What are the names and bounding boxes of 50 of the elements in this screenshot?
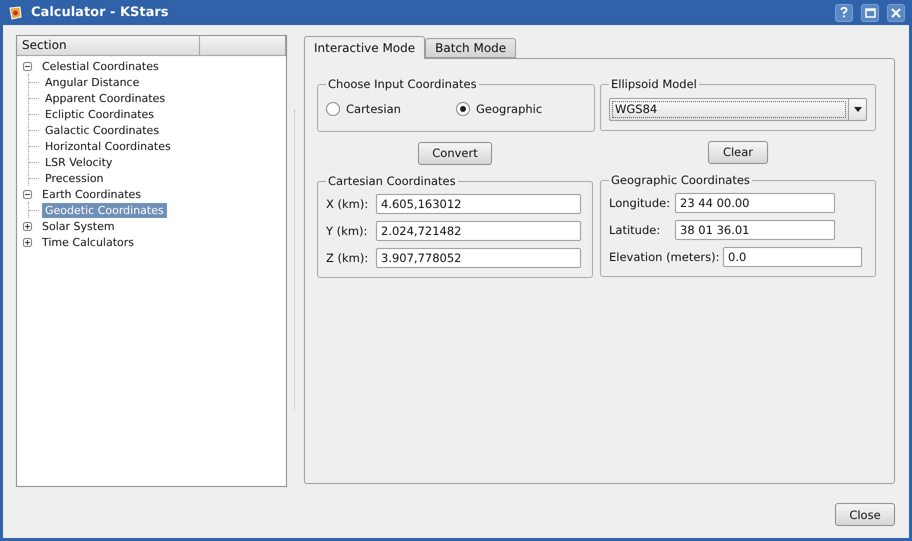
tab[interactable]: Batch Mode [425,38,516,58]
group-title: Choose Input Coordinates [327,77,478,91]
radio-label[interactable]: Geographic [476,102,542,116]
radio-label[interactable]: Cartesian [346,102,401,116]
input-field[interactable]: 4.605,163012 [376,194,581,214]
expand-icon[interactable] [23,222,32,230]
group-title: Geographic Coordinates [610,173,751,187]
help-button[interactable] [835,4,853,22]
field-label: Z (km): [326,250,370,264]
tree-item[interactable]: Horizontal Coordinates [42,138,174,154]
collapse-icon[interactable] [23,62,32,70]
dropdown-arrow-icon [854,107,862,112]
tree-item[interactable]: Angular Distance [42,74,142,90]
input-field[interactable]: 0.0 [723,246,862,266]
maximize-button[interactable] [861,4,879,22]
tree-item[interactable]: Solar System [39,218,118,234]
input-field[interactable]: 38 01 36.01 [675,220,835,240]
tree-item[interactable]: Earth Coordinates [39,186,144,202]
app-icon [7,4,23,20]
convert-button[interactable]: Convert [418,142,492,164]
maximize-icon [864,8,876,18]
tree-item[interactable]: Precession [42,170,107,186]
window-title: Calculator - KStars [31,5,170,20]
tree-item[interactable]: Time Calculators [39,234,138,250]
field-label: Elevation (meters): [609,250,721,264]
field-label: Latitude: [609,222,662,236]
radio-button[interactable] [326,102,340,116]
clear-button[interactable]: Clear [708,140,768,164]
group-title: Ellipsoid Model [610,77,698,91]
tree-item[interactable]: Ecliptic Coordinates [42,106,158,122]
tree-item[interactable]: LSR Velocity [42,154,116,170]
field-label: X (km): [326,196,370,210]
close-dialog-button[interactable]: Close [835,503,895,526]
field-label: Y (km): [326,224,368,238]
close-icon [891,8,901,18]
radio-button[interactable] [456,102,470,116]
input-field[interactable]: 23 44 00.00 [675,192,835,212]
expand-icon[interactable] [23,238,32,246]
help-icon [840,7,848,18]
tree-item[interactable]: Galactic Coordinates [42,122,162,138]
collapse-icon[interactable] [23,190,32,198]
input-field[interactable]: 3.907,778052 [376,248,581,268]
group-title: Cartesian Coordinates [327,174,457,188]
tree-item[interactable]: Celestial Coordinates [39,58,162,74]
input-field[interactable]: 2.024,721482 [376,220,581,240]
tab[interactable]: Interactive Mode [304,36,426,59]
field-label: Longitude: [609,196,672,210]
close-button[interactable] [887,4,905,22]
tree-item[interactable]: Apparent Coordinates [42,90,168,106]
ellipsoid-dropdown[interactable]: WGS84 [609,98,867,121]
